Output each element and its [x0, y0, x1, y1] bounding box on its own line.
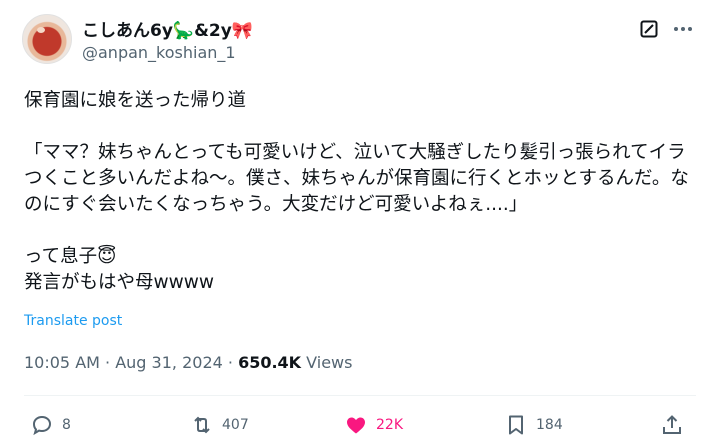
author-display-name[interactable]: こしあん6y🦕&2y🎀 — [82, 16, 253, 41]
like-count: 22K — [376, 417, 403, 433]
share-button[interactable] — [660, 413, 684, 437]
translate-post-link[interactable]: Translate post — [24, 313, 122, 329]
separator-dot: · — [105, 353, 116, 372]
author-handle[interactable]: @anpan_koshian_1 — [82, 43, 236, 62]
tweet-text: 保育園に娘を送った帰り道 「ママ？妹ちゃんとっても可愛いけど、泣いて大騒ぎしたり… — [24, 90, 689, 293]
views-count: 650.4K — [238, 353, 302, 372]
reply-button[interactable]: 8 — [30, 413, 71, 437]
views-label: Views — [306, 353, 353, 372]
more-icon[interactable] — [672, 20, 694, 38]
repost-icon — [194, 416, 210, 434]
reply-count: 8 — [62, 417, 71, 433]
share-icon — [663, 415, 681, 434]
bookmark-count: 184 — [536, 417, 563, 433]
tweet-meta: 10:05 AM · Aug 31, 2024 · 650.4K Views — [24, 353, 352, 372]
divider — [24, 395, 696, 396]
heart-icon — [347, 417, 365, 434]
separator-dot: · — [227, 353, 239, 372]
like-button[interactable]: 22K — [344, 413, 403, 437]
tweet-date[interactable]: Aug 31, 2024 — [115, 353, 223, 372]
bookmark-icon — [509, 415, 523, 435]
repost-count: 407 — [222, 417, 249, 433]
grok-icon[interactable] — [640, 20, 658, 38]
repost-button[interactable]: 407 — [190, 413, 249, 437]
bookmark-button[interactable]: 184 — [504, 413, 563, 437]
avatar[interactable] — [22, 14, 72, 64]
tweet-time[interactable]: 10:05 AM — [24, 353, 100, 372]
reply-icon — [32, 415, 52, 436]
